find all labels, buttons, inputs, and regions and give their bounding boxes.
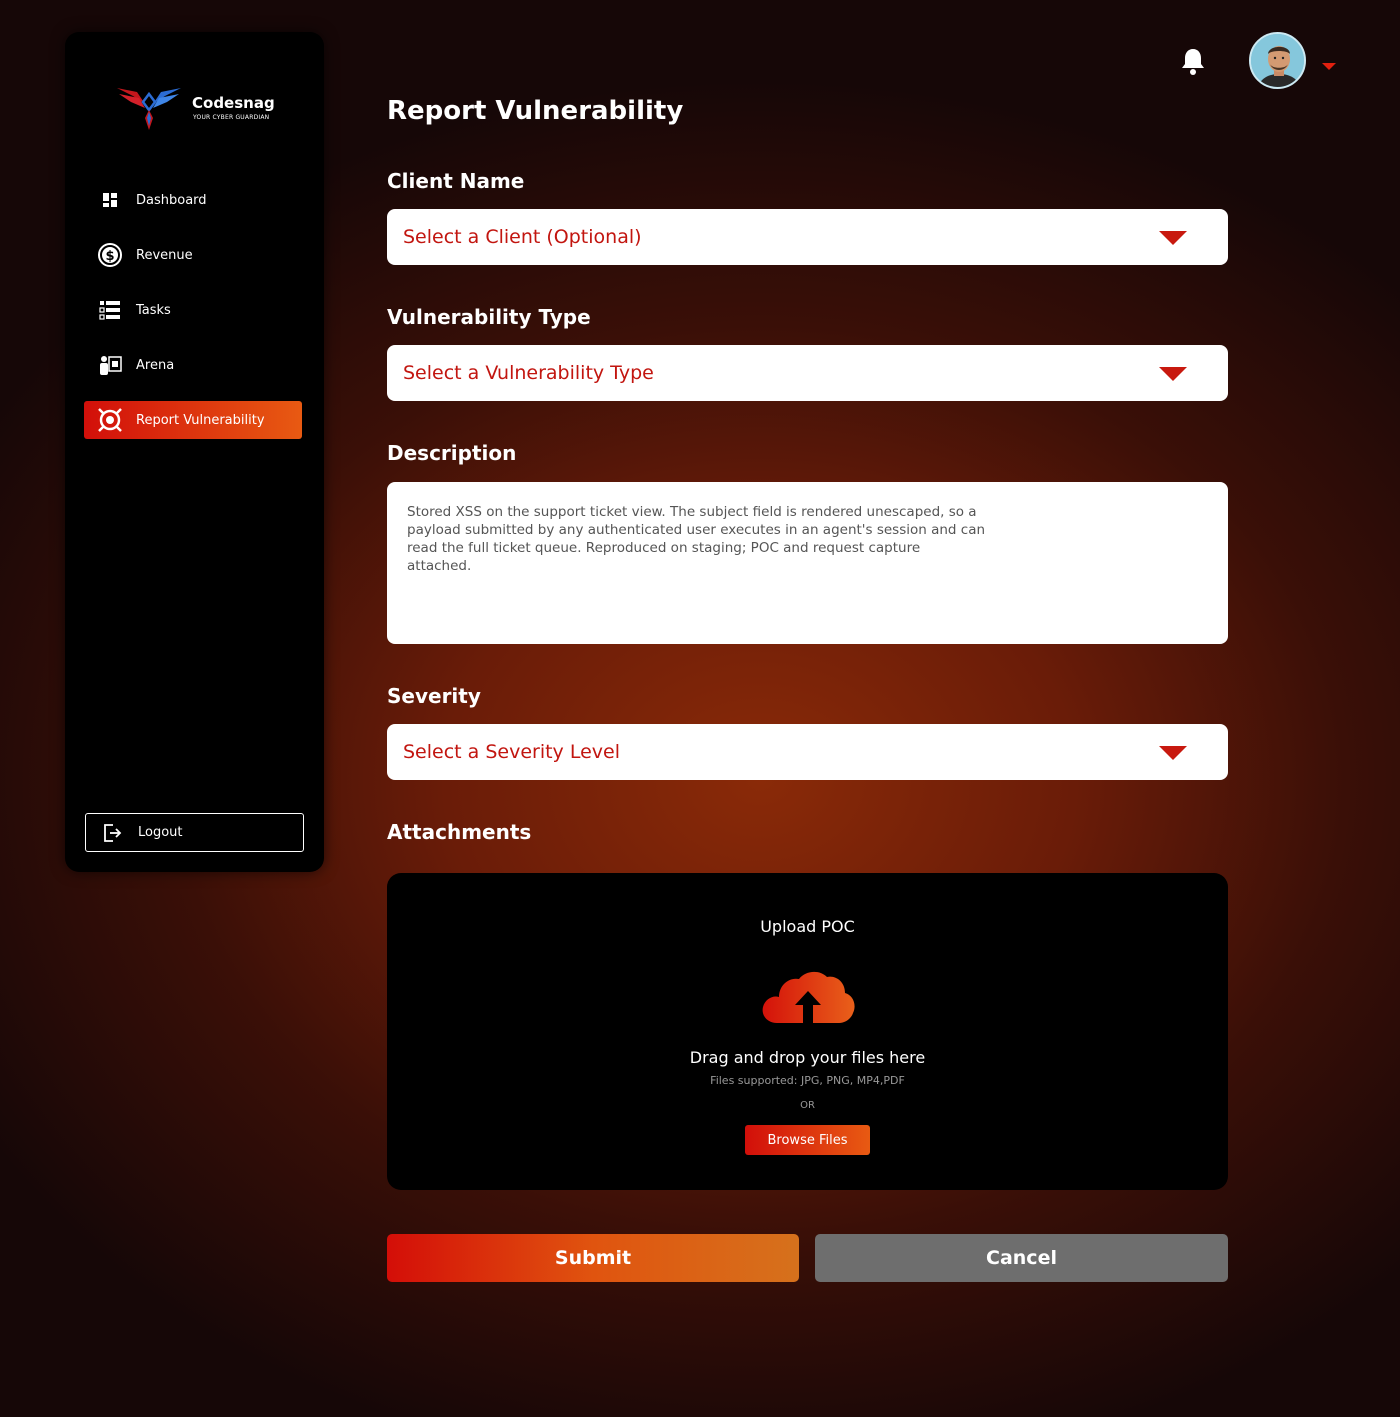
description-label: Description [387,441,517,465]
arena-icon [96,351,124,379]
sidebar-item-label: Arena [136,357,175,373]
browse-files-button[interactable]: Browse Files [745,1125,870,1155]
codesnag-logo-icon [117,88,181,130]
sidebar-item-label: Tasks [136,302,171,318]
target-icon [96,406,124,434]
page-title: Report Vulnerability [387,96,684,126]
vulnerability-type-value: Select a Vulnerability Type [403,362,654,384]
client-select-value: Select a Client (Optional) [403,226,642,248]
severity-label: Severity [387,684,481,708]
caret-down-icon[interactable] [1322,56,1336,70]
supported-files-text: Files supported: JPG, PNG, MP4,PDF [710,1074,905,1087]
upload-title: Upload POC [760,917,855,936]
severity-select[interactable]: Select a Severity Level [387,724,1228,780]
sidebar-item-report-vulnerability[interactable]: Report Vulnerability [84,401,302,439]
sidebar-item-label: Revenue [136,247,193,263]
cloud-upload-icon [762,971,855,1027]
description-text: Stored XSS on the support ticket view. T… [407,504,986,574]
chevron-down-icon [1159,746,1187,760]
vulnerability-type-label: Vulnerability Type [387,305,591,329]
dollar-icon: $ [96,241,124,269]
sidebar-item-tasks[interactable]: Tasks [84,291,302,329]
description-textarea[interactable]: Stored XSS on the support ticket view. T… [387,482,1228,644]
logout-label: Logout [138,825,183,840]
vulnerability-type-select[interactable]: Select a Vulnerability Type [387,345,1228,401]
dashboard-icon [96,186,124,214]
drag-drop-text: Drag and drop your files here [689,1048,926,1067]
logout-icon [102,822,124,844]
client-name-label: Client Name [387,169,525,193]
sidebar-item-dashboard[interactable]: Dashboard [84,181,302,219]
chevron-down-icon [1159,231,1187,245]
attachments-label: Attachments [387,820,532,844]
sidebar-item-label: Report Vulnerability [136,412,265,428]
tasks-icon [96,296,124,324]
submit-button[interactable]: Submit [387,1234,799,1282]
severity-select-value: Select a Severity Level [403,741,620,763]
brand-tagline: YOUR CYBER GUARDIAN [193,114,270,121]
brand-name: Codesnag [192,94,275,112]
chevron-down-icon [1159,367,1187,381]
logout-button[interactable]: Logout [85,813,304,852]
cancel-button[interactable]: Cancel [815,1234,1228,1282]
sidebar-item-arena[interactable]: Arena [84,346,302,384]
bell-icon[interactable] [1179,46,1207,76]
svg-text:$: $ [105,249,114,264]
client-select[interactable]: Select a Client (Optional) [387,209,1228,265]
sidebar: Codesnag YOUR CYBER GUARDIAN Dashboard $… [65,32,324,872]
brand[interactable]: Codesnag YOUR CYBER GUARDIAN [115,82,305,162]
sidebar-item-revenue[interactable]: $ Revenue [84,236,302,274]
avatar[interactable] [1249,32,1306,89]
or-separator: OR [800,1100,815,1111]
sidebar-item-label: Dashboard [136,192,207,208]
upload-dropzone[interactable]: Upload POC Drag and drop your files here… [387,873,1228,1190]
